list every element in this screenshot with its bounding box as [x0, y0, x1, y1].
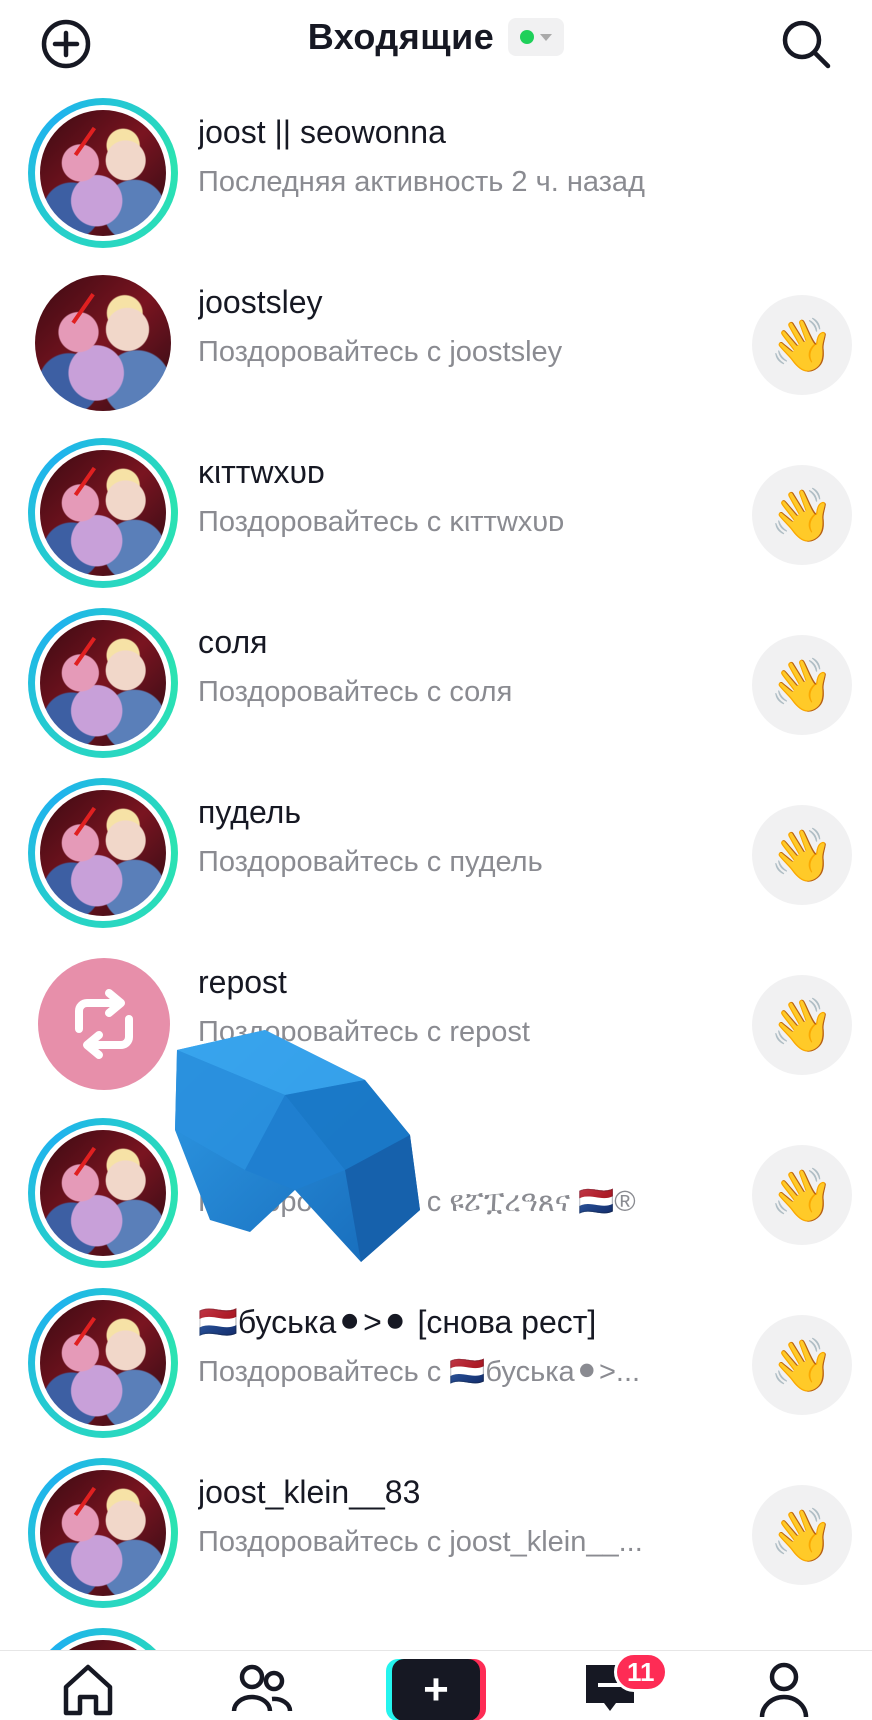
waving-hand-icon: 👋 [769, 826, 835, 885]
nav-home[interactable] [48, 1659, 128, 1720]
profile-icon [759, 1662, 809, 1718]
wave-button[interactable]: 👋 [752, 635, 852, 735]
inbox-list: joost || seowonna Последняя активность 2… [0, 86, 872, 1686]
nav-friends[interactable] [222, 1659, 302, 1720]
create-button[interactable]: + [386, 1659, 486, 1720]
search-button[interactable] [776, 14, 836, 74]
online-status-dot [520, 30, 535, 44]
inbox-list-item[interactable]: пудель Поздоровайтесь с пудель 👋 [0, 766, 872, 936]
contact-name: joostsley [198, 284, 323, 320]
wave-button[interactable]: 👋 [752, 1315, 852, 1415]
waving-hand-icon: 👋 [769, 1166, 835, 1225]
inbox-list-item[interactable]: ĸιттwхυᴅ Поздоровайтесь с ĸιттwхυᴅ 👋 [0, 426, 872, 596]
inbox-header: Входящие [0, 0, 872, 86]
avatar[interactable] [28, 608, 178, 758]
bottom-navigation: + [0, 1650, 872, 1720]
create-icon: + [386, 1659, 486, 1720]
contact-subtitle: Последняя активность 2 ч. назад [198, 166, 645, 198]
waving-hand-icon: 👋 [769, 486, 835, 545]
contact-subtitle: Поздоровайтесь с соля [198, 676, 513, 708]
contact-subtitle: Поздоровайтесь с joostsley [198, 336, 563, 368]
avatar[interactable] [28, 778, 178, 928]
repost-avatar[interactable] [38, 958, 170, 1090]
wave-button[interactable]: 👋 [752, 1485, 852, 1585]
contact-subtitle: Поздоровайтесь с пудель [198, 846, 543, 878]
waving-hand-icon: 👋 [769, 996, 835, 1055]
avatar[interactable] [28, 1118, 178, 1268]
avatar[interactable] [28, 1288, 178, 1438]
contact-subtitle: Поздоровайтесь с ĸιттwхυᴅ [198, 506, 565, 538]
waving-hand-icon: 👋 [769, 656, 835, 715]
contact-name: 🇳🇱буська⚫>⚫ [снова рест] [198, 1304, 597, 1340]
blue-arrow-pointer-icon [175, 1030, 420, 1262]
nav-profile[interactable] [744, 1659, 824, 1720]
contact-name: ĸιттwхυᴅ [198, 454, 325, 490]
page-title: Входящие [307, 16, 495, 57]
inbox-list-item[interactable]: соля Поздоровайтесь с соля 👋 [0, 596, 872, 766]
waving-hand-icon: 👋 [769, 1506, 835, 1565]
inbox-list-item[interactable]: ዩፘፗረዓጸና 🇳🇱® Поздоровайтесь с ዩፘፗረዓጸና 🇳🇱®… [0, 1106, 872, 1276]
inbox-list-item[interactable]: joost || seowonna Последняя активность 2… [0, 86, 872, 256]
wave-button[interactable]: 👋 [752, 465, 852, 565]
inbox-list-item[interactable]: joostsley Поздоровайтесь с joostsley 👋 [0, 256, 872, 426]
chevron-down-icon [540, 33, 553, 41]
avatar[interactable] [28, 438, 178, 588]
waving-hand-icon: 👋 [769, 316, 835, 375]
contact-subtitle: Поздоровайтесь с joost_klein__... [198, 1526, 643, 1558]
activity-status-dropdown[interactable] [508, 18, 565, 56]
inbox-list-item[interactable]: 🇳🇱буська⚫>⚫ [снова рест] Поздоровайтесь … [0, 1276, 872, 1446]
contact-name: пудель [198, 794, 302, 830]
avatar[interactable] [28, 98, 178, 248]
wave-button[interactable]: 👋 [752, 1145, 852, 1245]
wave-button[interactable]: 👋 [752, 805, 852, 905]
friends-icon [231, 1664, 293, 1712]
contact-name: joost || seowonna [198, 114, 446, 150]
wave-button[interactable]: 👋 [752, 975, 852, 1075]
contact-name: repost [198, 964, 287, 1000]
waving-hand-icon: 👋 [769, 1336, 835, 1395]
inbox-unread-badge: 11 [614, 1652, 668, 1692]
avatar[interactable] [28, 268, 178, 418]
inbox-list-item[interactable]: repost Поздоровайтесь с repost 👋 [0, 936, 872, 1106]
inbox-list-item[interactable]: joost_klein__83 Поздоровайтесь с joost_k… [0, 1446, 872, 1616]
avatar[interactable] [28, 1458, 178, 1608]
contact-subtitle: Поздоровайтесь с 🇳🇱буська⚫>... [198, 1356, 641, 1388]
home-icon [63, 1664, 113, 1716]
wave-button[interactable]: 👋 [752, 295, 852, 395]
contact-name: joost_klein__83 [198, 1474, 421, 1510]
repost-icon [75, 989, 133, 1059]
search-icon [782, 20, 831, 69]
contact-name: соля [198, 624, 268, 660]
